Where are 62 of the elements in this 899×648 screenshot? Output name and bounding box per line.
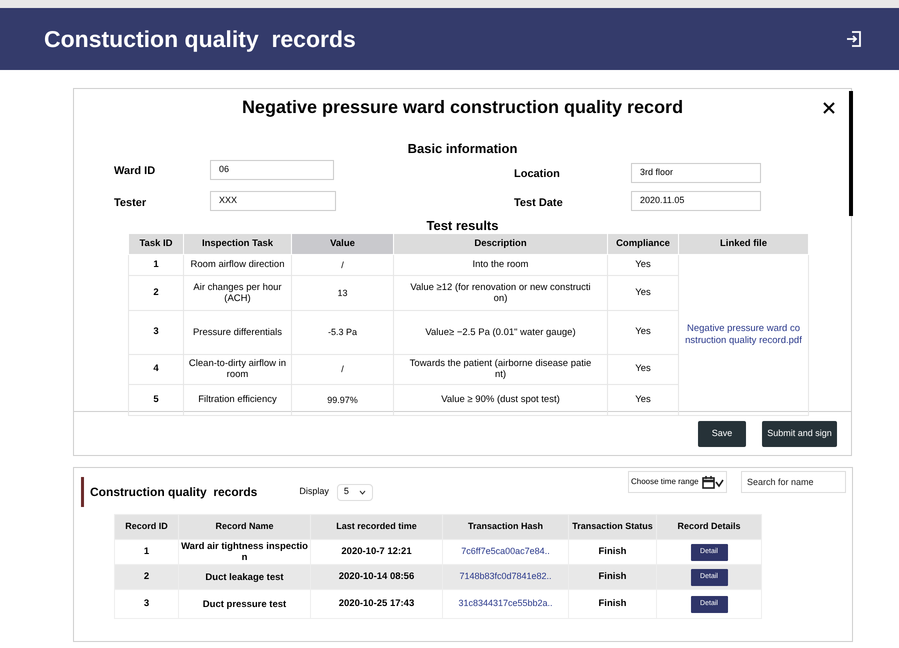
file-link[interactable]: Negative pressure ward construction quality record.pdf [684,322,802,346]
field-label: Location [514,166,560,182]
table-cell: Duct pressure test [178,590,310,618]
time-range-picker[interactable]: Choose time range [628,471,727,493]
table-cell: 99.97% [292,384,394,415]
table-cell: Towards the patient (airborne disease patient) [394,354,608,384]
column-header: Record ID [114,514,178,540]
logout-icon[interactable] [845,30,863,48]
save-button[interactable]: Save [698,420,746,446]
table-cell: Into the room [394,254,608,275]
table-cell: 3 [114,590,178,618]
input-field[interactable]: 2020.11.05 [631,190,761,210]
page-title: Constuction quality records [44,24,356,54]
table-cell: Finish [568,590,656,618]
scrollbar[interactable] [849,91,853,216]
column-header: Record Name [178,514,310,540]
table-cell: Value≥ −2.5 Pa (0.01" water gauge) [394,310,608,354]
table-cell: Filtration efficiency [184,384,292,415]
input-field[interactable]: 3rd floor [631,162,761,182]
column-header: Transaction Hash [442,514,568,540]
column-header: Description [394,233,608,254]
calendar-icon [702,476,724,488]
table-cell: Pressure differentials [184,310,292,354]
table-cell: 1 [128,254,184,275]
submit-button[interactable]: Submit and sign [762,420,837,446]
accent-bar [81,477,84,507]
display-label: Display [299,485,329,498]
table-cell: Room airflow direction [184,254,292,275]
column-header: Last recorded time [310,514,442,540]
field-label: Test Date [514,196,563,210]
section-title: Construction quality records [90,484,258,501]
column-header: Linked file [678,233,808,254]
table-cell: Air changes per hour (ACH) [184,275,292,310]
table-cell: 2020-10-25 17:43 [310,590,442,618]
field-label: Ward ID [114,164,156,178]
table-cell: 13 [292,275,394,310]
table-cell: / [292,254,394,275]
form-title: Negative pressure ward construction quality record [242,96,684,119]
table-cell: 3 [128,310,184,354]
table-cell: 4 [128,354,184,384]
close-button[interactable] [823,101,837,115]
search-field[interactable]: Search for name [741,471,846,493]
table-cell: Clean-to-dirty airflow in room [184,354,292,384]
table-cell: 5 [128,384,184,415]
input-field[interactable]: 06 [210,160,334,180]
column-header: Value [292,233,394,254]
table-cell: Value ≥12 (for renovation or new construction) [394,275,608,310]
chevron-down-icon [358,490,366,494]
table-cell: Value ≥ 90% (dust spot test) [394,384,608,415]
table-cell: / [292,354,394,384]
column-header: Task ID [128,233,184,254]
table-cell: 2 [128,275,184,310]
input-field[interactable]: XXX [210,190,336,210]
table-cell: Yes [608,254,678,275]
section-heading: Basic information [408,140,518,158]
column-header: Record Details [656,514,762,540]
table-cell: -5.3 Pa [292,310,394,354]
field-label: Tester [114,196,146,210]
display-select[interactable]: 5 [336,484,373,500]
column-header: Compliance [608,233,678,254]
section-heading: Test results [426,218,498,232]
column-header: Inspection Task [184,233,292,254]
